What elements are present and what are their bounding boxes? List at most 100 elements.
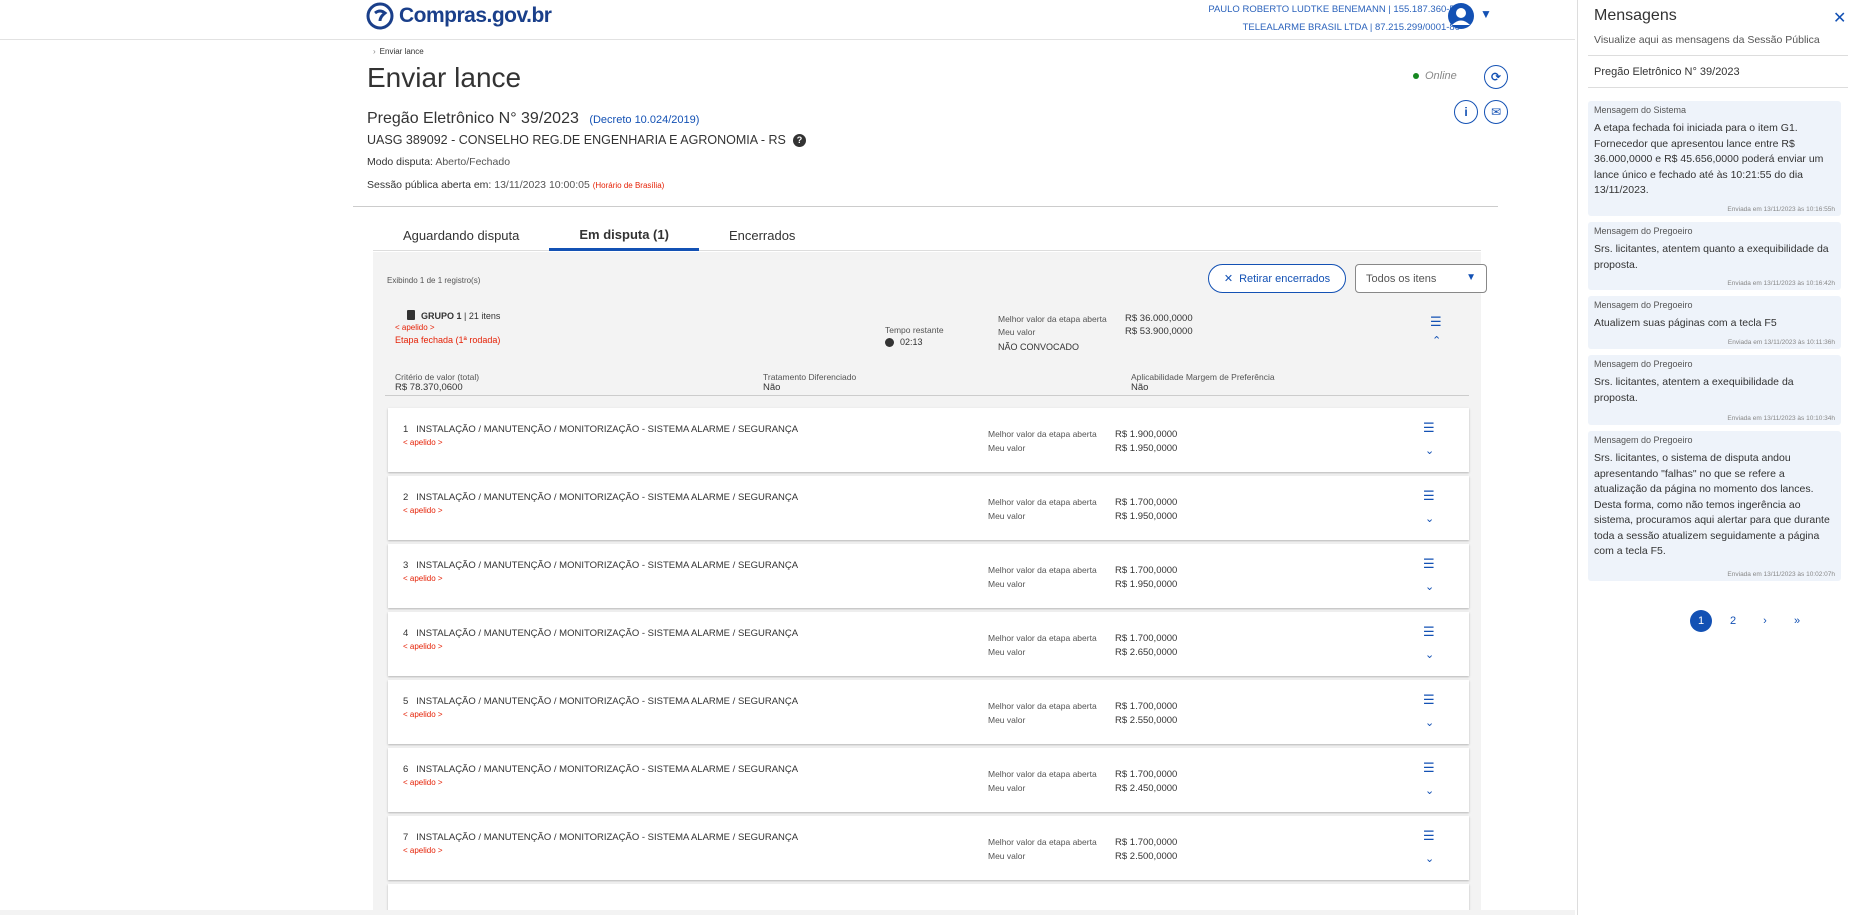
melhor-value: R$ 1.700,0000: [1115, 836, 1178, 848]
messages-title: Mensagens: [1594, 7, 1677, 24]
message-card: Mensagem do Sistema A etapa fechada foi …: [1588, 101, 1841, 216]
items-filter-select[interactable]: Todos os itens ▼: [1355, 264, 1487, 293]
melhor-label: Melhor valor da etapa aberta: [988, 633, 1097, 643]
meu-value: R$ 53.900,0000: [1125, 326, 1193, 337]
item-title: 1 INSTALAÇÃO / MANUTENÇÃO / MONITORIZAÇÃO…: [403, 424, 798, 435]
chevron-down-icon[interactable]: ⌄: [1425, 444, 1434, 457]
page-button-1[interactable]: 1: [1690, 610, 1712, 632]
tratamento-label: Tratamento Diferenciado: [763, 372, 857, 382]
message-sender: Mensagem do Pregoeiro: [1594, 300, 1693, 310]
message-time: Enviada em 13/11/2023 às 10:16:55h: [1727, 206, 1835, 213]
next-page-icon[interactable]: ›: [1754, 610, 1776, 632]
items-panel: Exibindo 1 de 1 registro(s) ✕ Retirar en…: [373, 252, 1487, 915]
group-status: NÃO CONVOCADO: [998, 342, 1080, 352]
help-icon[interactable]: ?: [793, 134, 806, 147]
list-icon[interactable]: ☰: [1423, 760, 1435, 776]
item-card: 6 INSTALAÇÃO / MANUTENÇÃO / MONITORIZAÇÃO…: [388, 748, 1469, 812]
message-sender: Mensagem do Pregoeiro: [1594, 359, 1693, 369]
item-title: 5 INSTALAÇÃO / MANUTENÇÃO / MONITORIZAÇÃO…: [403, 696, 798, 707]
compras-logo-icon: [366, 2, 394, 30]
tab-aguardando[interactable]: Aguardando disputa: [373, 220, 549, 251]
message-card: Mensagem do Pregoeiro Srs. licitantes, o…: [1588, 431, 1841, 581]
modo-disputa: Modo disputa: Aberto/Fechado: [367, 156, 510, 168]
divider: [1588, 55, 1848, 56]
decreto-link[interactable]: (Decreto 10.024/2019): [589, 114, 699, 126]
last-page-icon[interactable]: »: [1786, 610, 1808, 632]
list-icon[interactable]: ☰: [1423, 828, 1435, 844]
modo-value: Aberto/Fechado: [435, 156, 511, 168]
list-icon[interactable]: ☰: [1423, 556, 1435, 572]
close-icon: ✕: [1223, 273, 1234, 285]
group-title: GRUPO 1 | 21 itens: [407, 310, 500, 321]
chevron-down-icon[interactable]: ⌄: [1425, 852, 1434, 865]
group-values: Melhor valor da etapa aberta R$ 36.000,0…: [998, 312, 1193, 338]
info-button[interactable]: i: [1454, 100, 1478, 124]
chevron-down-icon[interactable]: ⌄: [1425, 784, 1434, 797]
clock-icon: [885, 337, 894, 347]
item-number: 1: [403, 424, 409, 435]
messages-pagination: 1 2 › »: [1690, 610, 1808, 632]
melhor-value: R$ 1.700,0000: [1115, 700, 1178, 712]
page-button-2[interactable]: 2: [1722, 610, 1744, 632]
melhor-label: Melhor valor da etapa aberta: [988, 769, 1097, 779]
list-icon[interactable]: ☰: [1423, 488, 1435, 504]
user-avatar-icon[interactable]: [1447, 2, 1475, 30]
list-icon[interactable]: ☰: [1423, 420, 1435, 436]
list-icon[interactable]: ☰: [1430, 314, 1442, 330]
tempo-restante: 02:13: [885, 337, 923, 347]
group-card: GRUPO 1 | 21 itens < apelido > Etapa fec…: [385, 302, 1469, 396]
user-menu-chevron-icon[interactable]: ▼: [1480, 7, 1492, 21]
message-time: Enviada em 13/11/2023 às 10:02:07h: [1727, 571, 1835, 578]
chevron-up-icon[interactable]: ⌄: [1432, 333, 1441, 346]
tempo-label: Tempo restante: [885, 325, 944, 335]
retirar-encerrados-button[interactable]: ✕ Retirar encerrados: [1208, 264, 1346, 293]
breadcrumb-separator-icon: ›: [373, 47, 376, 56]
logo-text: Compras.gov.br: [399, 4, 552, 27]
message-body: Srs. licitantes, atentem quanto a exequi…: [1594, 243, 1829, 271]
sessao-note: (Horário de Brasília): [592, 181, 665, 190]
tab-em-disputa[interactable]: Em disputa (1): [549, 220, 699, 251]
breadcrumb: › Enviar lance: [373, 47, 424, 56]
message-card: Mensagem do Pregoeiro Atualizem suas pág…: [1588, 296, 1841, 349]
refresh-button[interactable]: ⟳: [1484, 65, 1508, 89]
melhor-value: R$ 36.000,0000: [1125, 313, 1193, 324]
item-values: Melhor valor da etapa aberta R$ 1.700,000…: [988, 495, 1177, 523]
item-values: Melhor valor da etapa aberta R$ 1.900,000…: [988, 427, 1177, 455]
melhor-value: R$ 1.700,0000: [1115, 564, 1178, 576]
chevron-down-icon[interactable]: ⌄: [1425, 716, 1434, 729]
item-description: INSTALAÇÃO / MANUTENÇÃO / MONITORIZAÇÃO …: [416, 424, 799, 435]
melhor-value: R$ 1.700,0000: [1115, 768, 1178, 780]
melhor-label: Melhor valor da etapa aberta: [988, 565, 1097, 575]
message-card: Mensagem do Pregoeiro Srs. licitantes, a…: [1588, 355, 1841, 425]
item-card: 4 INSTALAÇÃO / MANUTENÇÃO / MONITORIZAÇÃO…: [388, 612, 1469, 676]
item-apelido: < apelido >: [403, 846, 443, 855]
chevron-down-icon[interactable]: ⌄: [1425, 648, 1434, 661]
email-button[interactable]: ✉: [1484, 100, 1508, 124]
list-icon[interactable]: ☰: [1423, 692, 1435, 708]
chevron-down-icon[interactable]: ⌄: [1425, 512, 1434, 525]
chevron-down-icon[interactable]: ⌄: [1425, 580, 1434, 593]
list-icon[interactable]: ☰: [1423, 624, 1435, 640]
close-panel-icon[interactable]: ✕: [1833, 8, 1846, 28]
aplicabilidade-label: Aplicabilidade Margem de Preferência: [1131, 372, 1275, 382]
divider: [1588, 87, 1848, 88]
item-description: INSTALAÇÃO / MANUTENÇÃO / MONITORIZAÇÃO …: [416, 832, 799, 843]
criterio-label: Critério de valor (total): [395, 372, 480, 382]
connection-status: Online: [1413, 70, 1457, 82]
modo-label: Modo disputa:: [367, 156, 433, 168]
item-apelido: < apelido >: [403, 506, 443, 515]
item-card: 5 INSTALAÇÃO / MANUTENÇÃO / MONITORIZAÇÃO…: [388, 680, 1469, 744]
item-card: 7 INSTALAÇÃO / MANUTENÇÃO / MONITORIZAÇÃO…: [388, 816, 1469, 880]
meu-value: R$ 1.950,0000: [1115, 578, 1178, 590]
melhor-label: Melhor valor da etapa aberta: [988, 497, 1097, 507]
meu-label: Meu valor: [988, 851, 1026, 861]
logo[interactable]: Compras.gov.br: [365, 1, 552, 31]
melhor-label: Melhor valor da etapa aberta: [988, 837, 1097, 847]
page-title: Enviar lance: [367, 62, 522, 93]
item-apelido: < apelido >: [403, 642, 443, 651]
meu-value: R$ 2.650,0000: [1115, 646, 1178, 658]
meu-label: Meu valor: [998, 326, 1036, 337]
tab-encerrados[interactable]: Encerrados: [699, 220, 825, 251]
info-icon: i: [1464, 105, 1468, 119]
meu-value: R$ 1.950,0000: [1115, 510, 1178, 522]
